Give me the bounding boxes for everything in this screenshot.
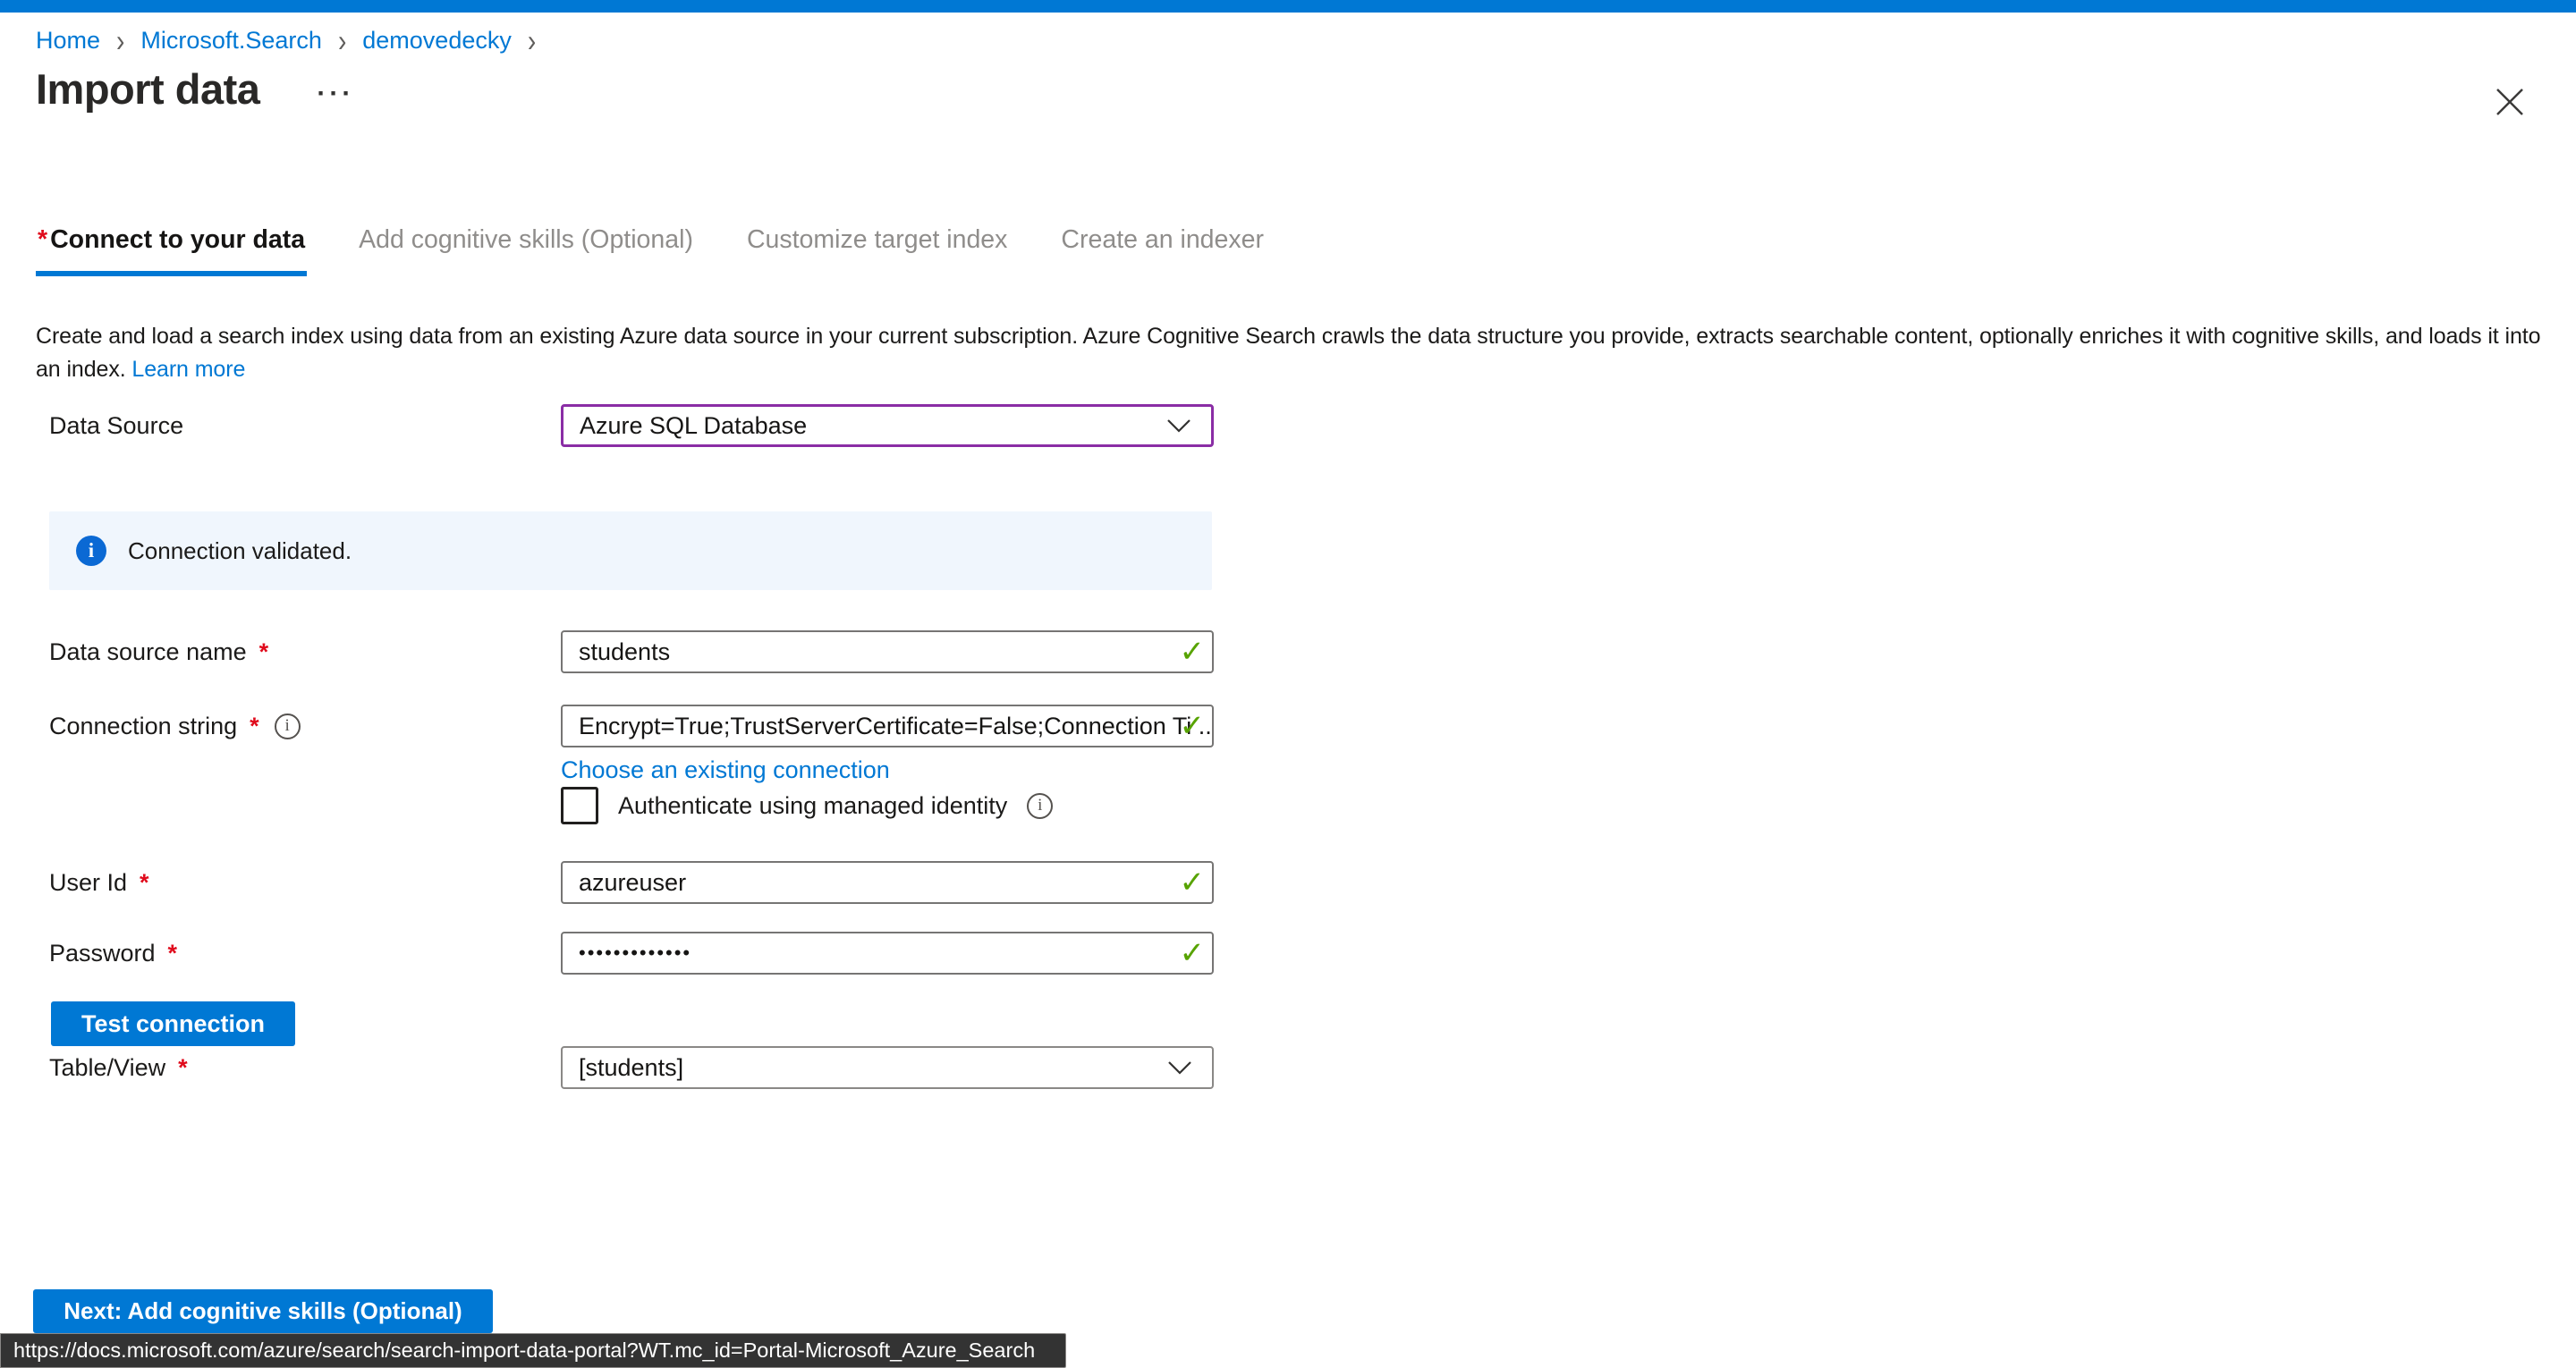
tab-label: Customize target index <box>747 225 1007 254</box>
valid-check-icon: ✓ <box>1180 865 1206 900</box>
required-marker: * <box>178 1054 188 1082</box>
breadcrumb-demovedecky[interactable]: demovedecky <box>362 27 512 55</box>
page-title: Import data <box>36 64 259 114</box>
tab-customize-target-index[interactable]: Customize target index <box>745 225 1009 276</box>
data-source-value: Azure SQL Database <box>580 412 807 440</box>
data-source-label: Data Source <box>49 412 561 440</box>
user-id-row: User Id * azureuser ✓ <box>49 861 1214 904</box>
table-view-label: Table/View * <box>49 1054 561 1082</box>
data-source-name-control: students ✓ <box>561 630 1214 673</box>
field-label-text: Password <box>49 940 156 967</box>
tab-bar: *Connect to your data Add cognitive skil… <box>36 225 1266 276</box>
tab-label: Create an indexer <box>1061 225 1264 254</box>
managed-identity-row: Authenticate using managed identity i <box>561 787 1053 824</box>
required-marker: * <box>38 225 47 254</box>
connection-validated-banner: i Connection validated. <box>49 511 1212 590</box>
data-source-dropdown[interactable]: Azure SQL Database <box>561 404 1214 447</box>
connection-string-control: Encrypt=True;TrustServerCertificate=Fals… <box>561 705 1214 747</box>
chevron-down-icon <box>1167 1060 1192 1076</box>
table-view-dropdown[interactable]: [students] <box>561 1046 1214 1089</box>
tab-connect-to-your-data[interactable]: *Connect to your data <box>36 225 307 276</box>
chevron-right-icon: › <box>528 25 536 56</box>
chevron-down-icon <box>1166 418 1191 434</box>
description: Create and load a search index using dat… <box>36 320 2551 386</box>
input-value: azureuser <box>579 869 686 897</box>
info-tooltip-icon[interactable]: i <box>275 714 301 739</box>
table-view-row: Table/View * [students] <box>49 1046 1214 1089</box>
valid-check-icon: ✓ <box>1180 935 1206 971</box>
description-text: Create and load a search index using dat… <box>36 324 2540 382</box>
valid-check-icon: ✓ <box>1180 634 1206 670</box>
data-source-control: Azure SQL Database <box>561 404 1214 447</box>
data-source-name-input[interactable]: students <box>561 630 1214 673</box>
password-control: ••••••••••••• ✓ <box>561 932 1214 975</box>
required-marker: * <box>250 713 259 740</box>
connection-string-input[interactable]: Encrypt=True;TrustServerCertificate=Fals… <box>561 705 1214 747</box>
field-label-text: Data Source <box>49 412 183 440</box>
close-icon <box>2492 84 2528 120</box>
field-label-text: User Id <box>49 869 127 897</box>
valid-check-icon: ✓ <box>1180 708 1206 744</box>
import-data-page: Home › Microsoft.Search › demovedecky › … <box>0 0 2576 1368</box>
field-label-text: Table/View <box>49 1054 165 1082</box>
info-tooltip-icon[interactable]: i <box>1027 793 1053 819</box>
more-options-icon[interactable]: ··· <box>317 72 354 107</box>
chevron-right-icon: › <box>116 25 124 56</box>
learn-more-link[interactable]: Learn more <box>131 357 245 382</box>
password-input[interactable]: ••••••••••••• <box>561 932 1214 975</box>
required-marker: * <box>140 869 149 897</box>
required-marker: * <box>168 940 178 967</box>
info-icon: i <box>76 536 106 566</box>
tab-create-an-indexer[interactable]: Create an indexer <box>1059 225 1266 276</box>
required-marker: * <box>259 638 269 666</box>
table-view-value: [students] <box>579 1054 683 1082</box>
tab-label: Add cognitive skills (Optional) <box>359 225 693 254</box>
title-row: Import data ··· <box>36 64 354 114</box>
next-add-cognitive-skills-button[interactable]: Next: Add cognitive skills (Optional) <box>33 1289 493 1333</box>
azure-top-bar <box>0 0 2576 13</box>
password-label: Password * <box>49 940 561 967</box>
close-button[interactable] <box>2492 84 2528 120</box>
banner-text: Connection validated. <box>128 537 352 565</box>
user-id-input[interactable]: azureuser <box>561 861 1214 904</box>
input-value: Encrypt=True;TrustServerCertificate=Fals… <box>579 713 1214 740</box>
breadcrumb-home[interactable]: Home <box>36 27 100 55</box>
field-label-text: Data source name <box>49 638 247 666</box>
table-view-control: [students] <box>561 1046 1214 1089</box>
managed-identity-checkbox[interactable] <box>561 787 598 824</box>
choose-existing-connection-link[interactable]: Choose an existing connection <box>561 756 890 784</box>
input-value: students <box>579 638 670 666</box>
chevron-right-icon: › <box>338 25 346 56</box>
field-label-text: Connection string <box>49 713 237 740</box>
data-source-row: Data Source Azure SQL Database <box>49 404 1214 447</box>
data-source-name-label: Data source name * <box>49 638 561 666</box>
managed-identity-label: Authenticate using managed identity <box>618 792 1007 820</box>
user-id-label: User Id * <box>49 869 561 897</box>
tab-add-cognitive-skills[interactable]: Add cognitive skills (Optional) <box>357 225 695 276</box>
data-source-name-row: Data source name * students ✓ <box>49 630 1214 673</box>
tab-label: Connect to your data <box>50 225 305 254</box>
connection-string-label: Connection string * i <box>49 713 561 740</box>
connection-string-row: Connection string * i Encrypt=True;Trust… <box>49 705 1214 747</box>
input-value: ••••••••••••• <box>579 942 691 965</box>
password-row: Password * ••••••••••••• ✓ <box>49 932 1214 975</box>
test-connection-button[interactable]: Test connection <box>51 1001 295 1046</box>
status-url-text: https://docs.microsoft.com/azure/search/… <box>13 1338 1035 1363</box>
user-id-control: azureuser ✓ <box>561 861 1214 904</box>
status-url-tooltip: https://docs.microsoft.com/azure/search/… <box>0 1333 1066 1368</box>
breadcrumb-microsoft-search[interactable]: Microsoft.Search <box>140 27 322 55</box>
breadcrumb: Home › Microsoft.Search › demovedecky › <box>36 27 536 55</box>
